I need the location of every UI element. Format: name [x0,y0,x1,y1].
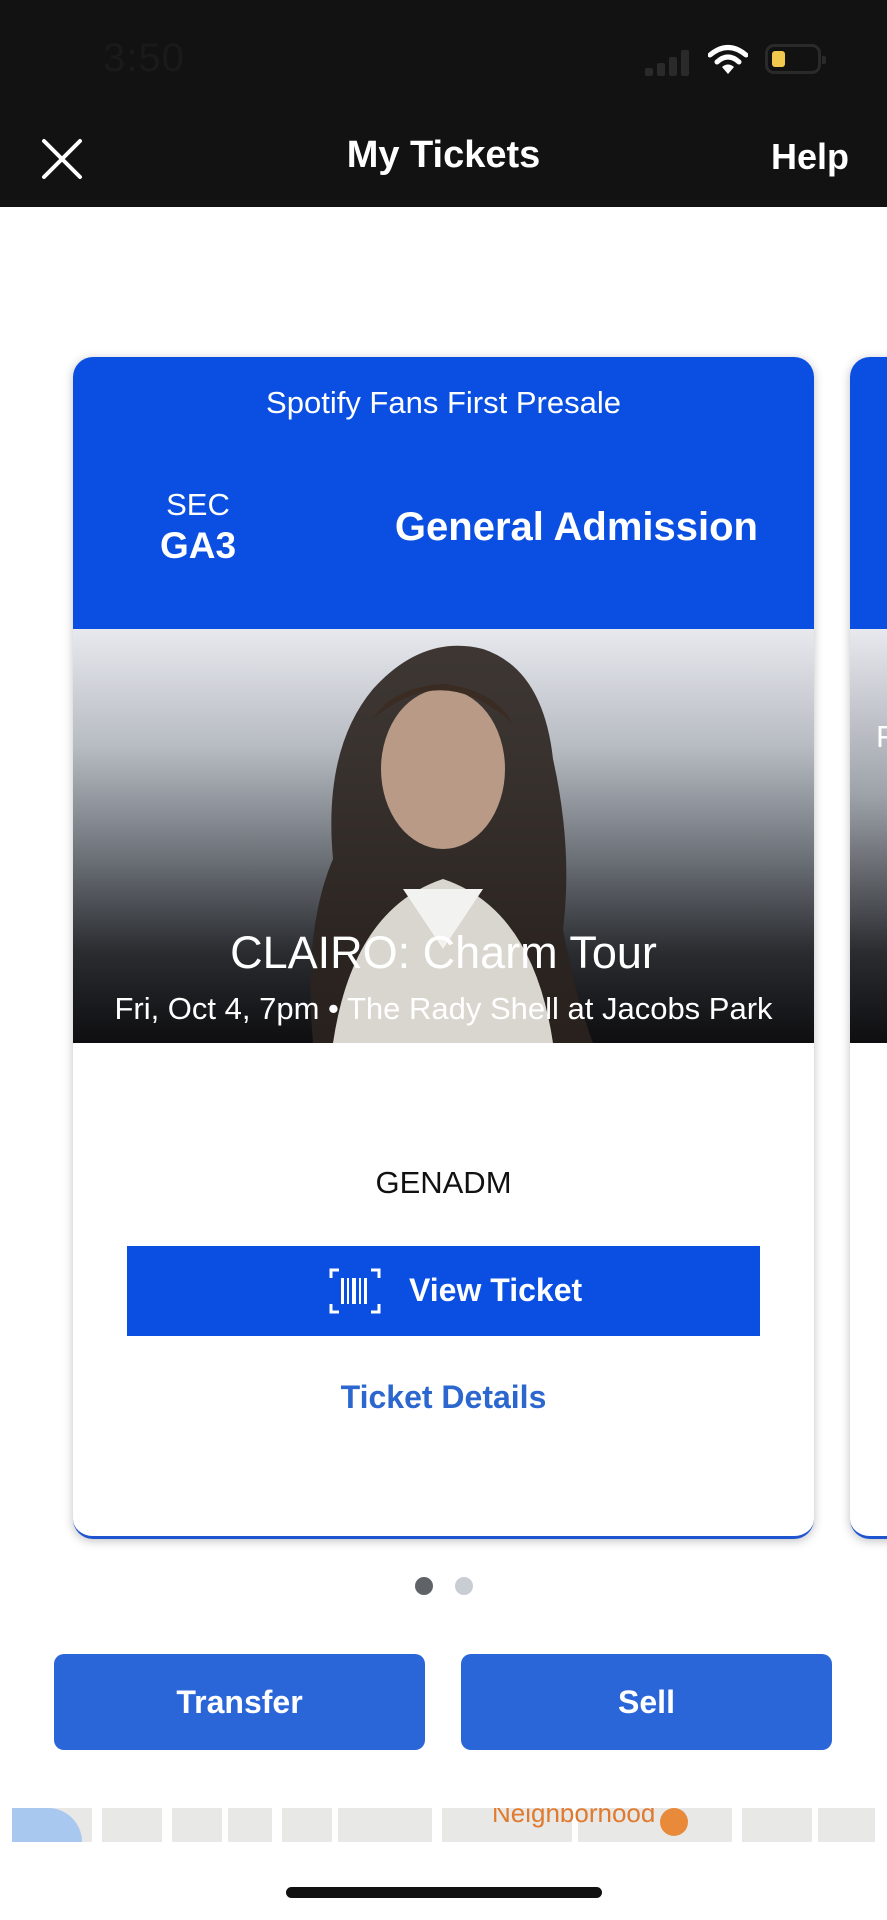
map-poi-label: Neighborhood [492,1808,656,1828]
next-ticket-subtitle: F [876,719,887,755]
ticket-header: Spotify Fans First Presale SEC GA3 Gener… [73,357,814,629]
section-value: GA3 [159,525,237,566]
section-label: SEC [166,487,230,522]
cellular-signal-icon [645,50,691,76]
presale-label: Spotify Fans First Presale [266,385,621,420]
venue-map[interactable]: Neighborhood [12,1808,875,1842]
ticket-details-link[interactable]: Ticket Details [73,1379,814,1416]
page-dot-1[interactable] [415,1577,433,1595]
my-tickets-screen: 3:50 My Tickets Help Spotify Fans First … [0,0,887,1920]
event-date-venue: Fri, Oct 4, 7pm • The Rady Shell at Jaco… [114,991,773,1026]
ticket-card[interactable]: Spotify Fans First Presale SEC GA3 Gener… [73,357,814,1539]
artist-image [310,645,593,1043]
artist-photo: CLAIRO: Charm Tour Fri, Oct 4, 7pm • The… [73,629,814,1043]
map-poi-icon [660,1808,688,1836]
view-ticket-button[interactable]: View Ticket [127,1246,760,1336]
wifi-icon [708,45,748,74]
home-indicator[interactable] [286,1887,602,1898]
barcode-icon [329,1268,381,1314]
page-title: My Tickets [346,134,541,176]
top-bar: 3:50 My Tickets Help [0,0,887,207]
battery-icon [765,44,826,74]
sell-button[interactable]: Sell [461,1654,832,1750]
view-ticket-label: View Ticket [409,1272,583,1308]
help-button[interactable]: Help [771,136,849,178]
page-dot-2[interactable] [455,1577,473,1595]
admission-type: General Admission [394,505,758,549]
next-ticket-card-peek[interactable]: F [850,357,887,1539]
status-time: 3:50 [103,36,185,80]
entry-code: GENADM [375,1165,512,1200]
transfer-button[interactable]: Transfer [54,1654,425,1750]
event-title: CLAIRO: Charm Tour [230,927,657,978]
